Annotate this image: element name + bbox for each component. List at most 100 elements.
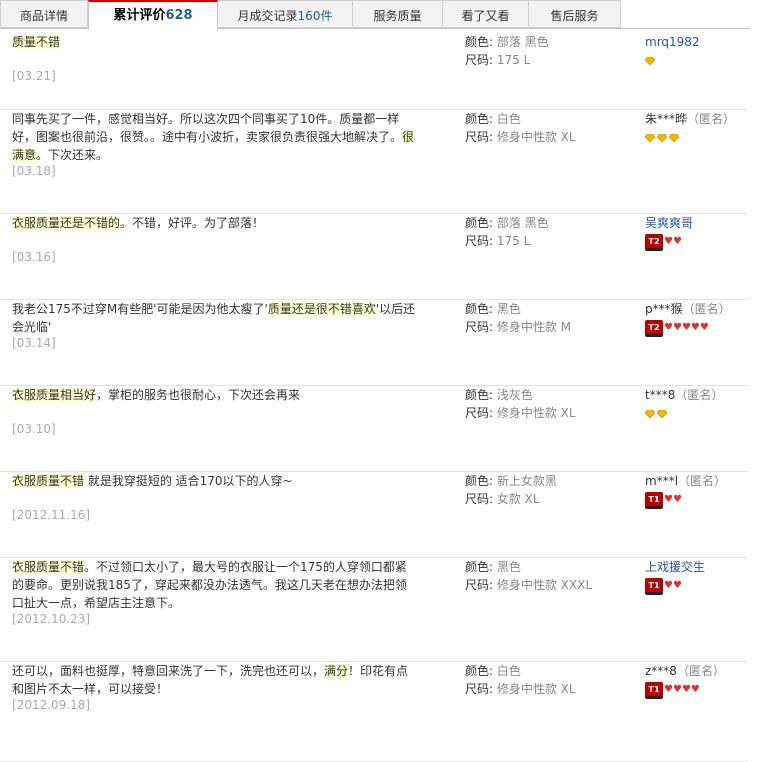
sku-info: 颜色: 黑色尺码: 修身中性款 M (465, 300, 635, 336)
reviewer-name-line: p***猴（匿名） (645, 300, 745, 318)
reviewer-name: t***8 (645, 388, 676, 402)
diamond-icon (657, 410, 667, 418)
reviewer-name: m***l (645, 474, 679, 488)
review-row: 我老公175不过穿M有些肥'可能是因为他太瘦了'质量还是很不错喜欢'以后还会光临… (0, 300, 748, 386)
heart-icon: ♥ (664, 494, 673, 505)
sku-size-label: 尺码: (465, 406, 494, 420)
sku-color-label: 颜色: (465, 216, 494, 230)
diamond-icon (645, 134, 655, 142)
sku-info: 颜色: 部落 黑色 尺码: 175 L (465, 214, 635, 250)
highlighted-keyword: 衣服质量还是不错的 (12, 216, 121, 230)
reviewer-name-line: t***8（匿名） (645, 386, 745, 404)
sku-size-label: 尺码: (465, 234, 494, 248)
review-date: [03.18] (12, 164, 56, 178)
anonymous-tag: （匿名） (687, 112, 736, 126)
sku-size-line: 尺码: 175 L (465, 51, 635, 69)
heart-icon: ♥ (672, 494, 682, 505)
review-date: [2012.09.18] (12, 698, 91, 712)
sku-color-label: 颜色: (465, 388, 494, 402)
sku-size-line: 尺码: 修身中性款 XL (465, 404, 635, 422)
review-row: 同事先买了一件，感觉相当好。所以这次四个同事买了10件。质量都一样好，图案也很前… (0, 110, 748, 214)
heart-icon: ♥ (690, 684, 700, 695)
heart-icon: ♥ (681, 322, 691, 333)
review-text-body: ，掌柜的服务也很耐心，下次还会再来 (96, 388, 301, 402)
sku-info: 颜色: 白色 尺码: 修身中性款 XL (465, 662, 635, 698)
tab-monthly-sales[interactable]: 月成交记录160件 (218, 0, 353, 28)
sku-size-label: 尺码: (465, 53, 494, 67)
review-text: 衣服质量还是不错的。不错，好评。为了部落！ (12, 214, 417, 232)
heart-icon: ♥ (672, 236, 682, 247)
sku-color-value: 部落 黑色 (493, 216, 549, 230)
sku-size-label: 尺码: (465, 578, 494, 592)
tab-reviews[interactable]: 累计评价628 (88, 0, 218, 30)
review-text-tail: 。下次还来。 (36, 148, 109, 162)
highlighted-keyword: 衣服质量相当好 (12, 388, 97, 402)
sku-size-value: 175 L (493, 234, 531, 248)
review-text-body: 我老公175不过穿M有些肥'可能是因为他太瘦了' (12, 302, 268, 316)
reviewer-name[interactable]: mrq1982 (645, 35, 700, 49)
review-text: 衣服质量不错。不过领口太小了，最大号的衣服让一个175的人穿领口都紧的要命。更别… (12, 558, 417, 612)
sku-info: 颜色: 黑色 尺码: 修身中性款 XXXL (465, 558, 635, 594)
sku-color-value: 部落 黑色 (493, 35, 549, 49)
reviewer: 朱***晔（匿名） (645, 110, 745, 147)
heart-icon: ♥ (664, 580, 673, 591)
review-date: [03.10] (12, 422, 56, 436)
reviewer-name-line: 上戏援交生 (645, 558, 745, 576)
reviewer-name: p***猴 (645, 302, 683, 316)
buyer-rank: T1 ♥ ♥ (645, 577, 745, 595)
heart-icon: ♥ (664, 236, 673, 247)
review-text: 衣服质量不错 就是我穿挺短的 适合170以下的人穿~ (12, 472, 417, 490)
sku-size-line: 尺码: 175 L (465, 232, 635, 250)
heart-icon: ♥ (664, 322, 673, 333)
review-date: [03.14] (12, 336, 56, 350)
heart-icon: ♥ (672, 322, 682, 333)
sku-color-label: 颜色: (465, 664, 494, 678)
sku-color-label: 颜色: (465, 302, 494, 316)
tab-service-quality[interactable]: 服务质量 (353, 0, 443, 28)
buyer-rank (645, 129, 745, 147)
sku-size-value: 修身中性款 M (493, 320, 572, 334)
sku-color-line: 颜色: 部落 黑色 (465, 214, 635, 232)
review-row: 还可以，面料也挺厚，特意回来洗了一下，洗完也还可以，满分！印花有点和图片不太一样… (0, 662, 748, 762)
sku-color-value: 浅灰色 (493, 388, 533, 402)
heart-icon: ♥ (690, 322, 700, 333)
reviewer: z***8（匿名） T1 ♥ ♥ ♥ ♥ (645, 662, 745, 699)
sku-color-line: 颜色: 黑色 (465, 300, 635, 318)
sku-color-value: 黑色 (493, 560, 521, 574)
sku-size-label: 尺码: (465, 320, 494, 334)
reviewer-name-line: z***8（匿名） (645, 662, 745, 680)
tmall-level-badge-icon: T2 (645, 319, 663, 337)
tab-after-sales[interactable]: 售后服务 (529, 0, 621, 28)
sku-color-line: 颜色: 部落 黑色 (465, 33, 635, 51)
sku-color-line: 颜色: 白色 (465, 662, 635, 680)
tmall-level-badge-icon: T1 (645, 491, 663, 509)
anonymous-tag: （匿名） (682, 302, 731, 316)
sku-size-label: 尺码: (465, 130, 494, 144)
reviewer-name[interactable]: 吴爽爽哥 (645, 216, 693, 230)
tab-also-viewed[interactable]: 看了又看 (443, 0, 529, 28)
reviewer-name-line: mrq1982 (645, 33, 745, 51)
buyer-rank (645, 52, 745, 70)
reviewer-name-line: 朱***晔（匿名） (645, 110, 745, 128)
sku-color-value: 白色 (493, 664, 521, 678)
reviewer-name: 朱***晔 (645, 112, 688, 126)
highlighted-keyword: 质量不错 (12, 35, 61, 49)
reviewer: t***8（匿名） (645, 386, 745, 423)
heart-icon: ♥ (664, 684, 673, 695)
sku-color-value: 黑色 (493, 302, 521, 316)
review-row: 衣服质量不错。不过领口太小了，最大号的衣服让一个175的人穿领口都紧的要命。更别… (0, 558, 748, 662)
sku-color-line: 颜色: 新上女款黑 (465, 472, 635, 490)
reviewer-name-line: m***l（匿名） (645, 472, 745, 490)
tab-product-details[interactable]: 商品详情 (0, 0, 88, 28)
sku-size-line: 尺码: 修身中性款 XL (465, 680, 635, 698)
diamond-icon (669, 134, 679, 142)
sku-size-value: 修身中性款 XXXL (493, 578, 593, 592)
highlighted-keyword: 质量还是很不错喜欢 (267, 302, 376, 316)
review-row: 衣服质量还是不错的。不错，好评。为了部落！ [03.16] 颜色: 部落 黑色 尺码:… (0, 214, 748, 300)
sku-info: 颜色: 部落 黑色 尺码: 175 L (465, 33, 635, 69)
sku-size-line: 尺码: 修身中性款 XL (465, 128, 635, 146)
buyer-rank (645, 405, 745, 423)
reviewer-name[interactable]: 上戏援交生 (645, 560, 705, 574)
sku-size-value: 175 L (493, 53, 531, 67)
sku-size-label: 尺码: (465, 682, 494, 696)
